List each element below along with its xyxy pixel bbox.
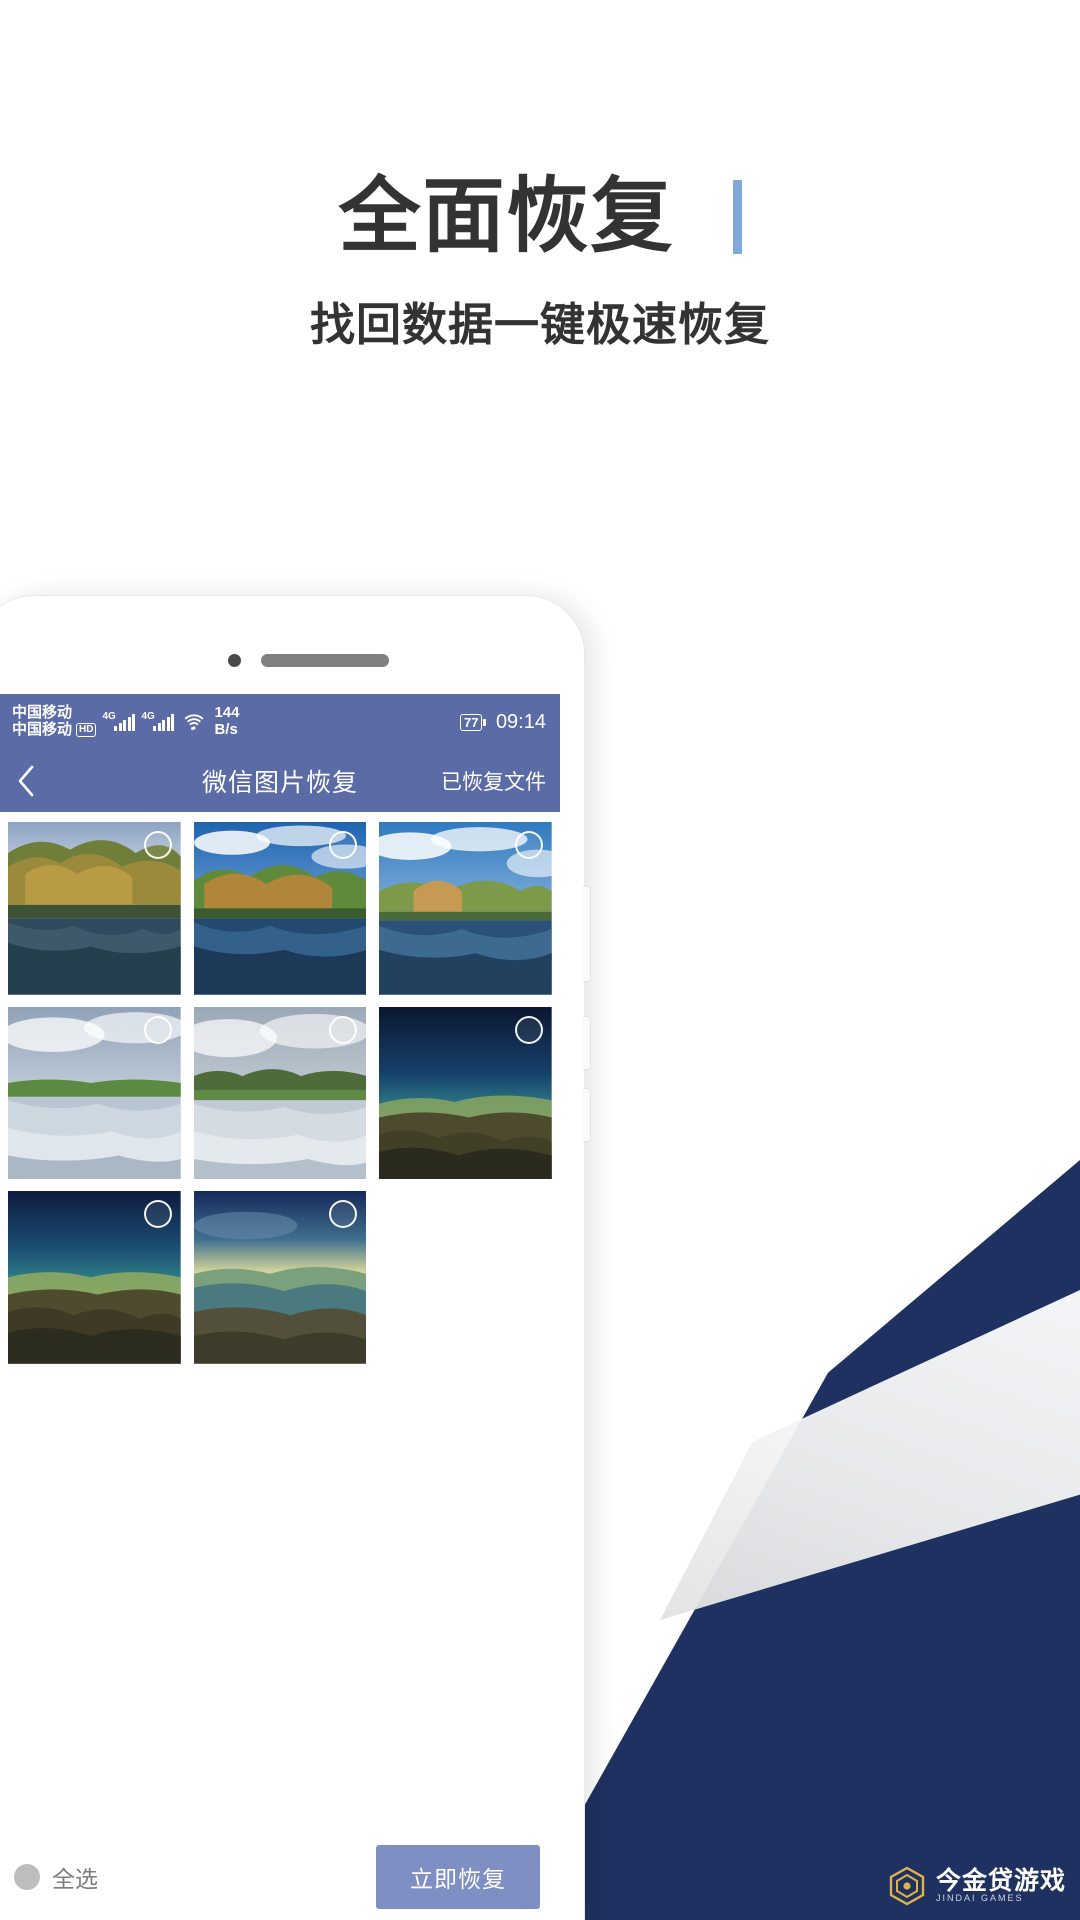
promo-subtitle: 找回数据一键极速恢复 xyxy=(309,298,770,351)
status-bar: 中国移动 中国移动 HD 4G 4G 144 B/s 77 09:14 xyxy=(0,694,560,750)
recover-now-button[interactable]: 立即恢复 xyxy=(376,1845,540,1909)
battery-cap xyxy=(483,718,486,726)
volume-up-button[interactable] xyxy=(583,886,591,982)
signal-icon-2: 4G xyxy=(141,710,175,731)
hex-logo-icon xyxy=(887,1866,927,1906)
photo-thumbnail-4[interactable] xyxy=(8,1006,181,1180)
battery-level: 77 xyxy=(459,713,483,731)
title-accent-bar xyxy=(732,180,742,254)
photo-checkbox-3[interactable] xyxy=(515,831,543,859)
volume-down-button[interactable] xyxy=(583,1016,591,1070)
carrier-label-primary: 中国移动 xyxy=(12,704,73,722)
select-all-checkbox[interactable] xyxy=(14,1864,40,1890)
bottom-action-bar: 全选 立即恢复 xyxy=(0,1834,560,1920)
network-speed: 144 B/s xyxy=(214,704,240,739)
photo-checkbox-7[interactable] xyxy=(143,1200,172,1229)
status-bar-left: 中国移动 中国移动 HD 4G 4G 144 B/s xyxy=(0,704,240,739)
watermark-name-cn: 今金贷游戏 xyxy=(935,1867,1066,1896)
phone-screen: 中国移动 中国移动 HD 4G 4G 144 B/s 77 09:14 微信图片… xyxy=(0,694,560,1920)
carrier-stack: 中国移动 中国移动 HD xyxy=(12,704,97,739)
status-bar-clock: 09:14 xyxy=(495,710,546,733)
select-all-control[interactable]: 全选 xyxy=(0,1860,98,1894)
network-type-label-2: 4G xyxy=(141,710,155,722)
network-speed-value: 144 xyxy=(214,704,240,722)
earpiece-speaker xyxy=(261,654,389,667)
network-speed-unit: B/s xyxy=(214,721,238,738)
watermark-name-en: JINDAI GAMES xyxy=(935,1893,1024,1904)
wifi-icon xyxy=(183,713,205,731)
promo-header: 全面恢复 找回数据一键极速恢复 xyxy=(0,0,1080,480)
battery-icon: 77 xyxy=(459,713,486,731)
photo-thumbnail-8[interactable] xyxy=(193,1191,367,1365)
photo-thumbnail-5[interactable] xyxy=(193,1006,367,1180)
carrier-row-1: 中国移动 xyxy=(12,704,96,722)
status-bar-right: 77 09:14 xyxy=(459,710,560,734)
photo-grid xyxy=(0,812,560,1365)
watermark-text: 今金贷游戏 JINDAI GAMES xyxy=(936,1868,1066,1904)
photo-thumbnail-7[interactable] xyxy=(8,1191,181,1365)
signal-bars-1 xyxy=(114,713,136,731)
network-type-label-1: 4G xyxy=(102,710,116,722)
hd-badge: HD xyxy=(76,723,97,738)
promo-title-row: 全面恢复 xyxy=(0,176,1080,258)
page-title: 全面恢复 xyxy=(338,169,675,264)
front-camera-icon xyxy=(228,654,241,667)
phone-mockup: 中国移动 中国移动 HD 4G 4G 144 B/s 77 09:14 微信图片… xyxy=(0,596,591,1920)
back-button[interactable] xyxy=(0,750,52,812)
select-all-label: 全选 xyxy=(52,1866,98,1892)
page-root: 全面恢复 找回数据一键极速恢复 中国移动 中国移动 HD 4G 4G 144 B… xyxy=(0,0,1080,1920)
photo-checkbox-5[interactable] xyxy=(329,1015,358,1044)
photo-thumbnail-3[interactable] xyxy=(379,822,552,995)
photo-checkbox-1[interactable] xyxy=(143,831,172,859)
carrier-row-2: 中国移动 HD xyxy=(12,721,97,739)
watermark: 今金贷游戏 JINDAI GAMES xyxy=(887,1866,1066,1906)
nav-bar: 微信图片恢复 已恢复文件 xyxy=(0,750,560,812)
signal-icon-1: 4G xyxy=(102,710,136,731)
photo-thumbnail-6[interactable] xyxy=(379,1006,552,1180)
power-button[interactable] xyxy=(583,1088,591,1142)
recovered-files-link[interactable]: 已恢复文件 xyxy=(441,766,560,796)
carrier-label-secondary: 中国移动 xyxy=(12,721,73,738)
photo-thumbnail-2[interactable] xyxy=(193,822,367,995)
signal-bars-2 xyxy=(153,713,175,731)
photo-checkbox-6[interactable] xyxy=(515,1015,543,1044)
chevron-left-icon xyxy=(18,765,34,797)
photo-thumbnail-1[interactable] xyxy=(8,822,181,995)
photo-checkbox-4[interactable] xyxy=(143,1015,172,1044)
